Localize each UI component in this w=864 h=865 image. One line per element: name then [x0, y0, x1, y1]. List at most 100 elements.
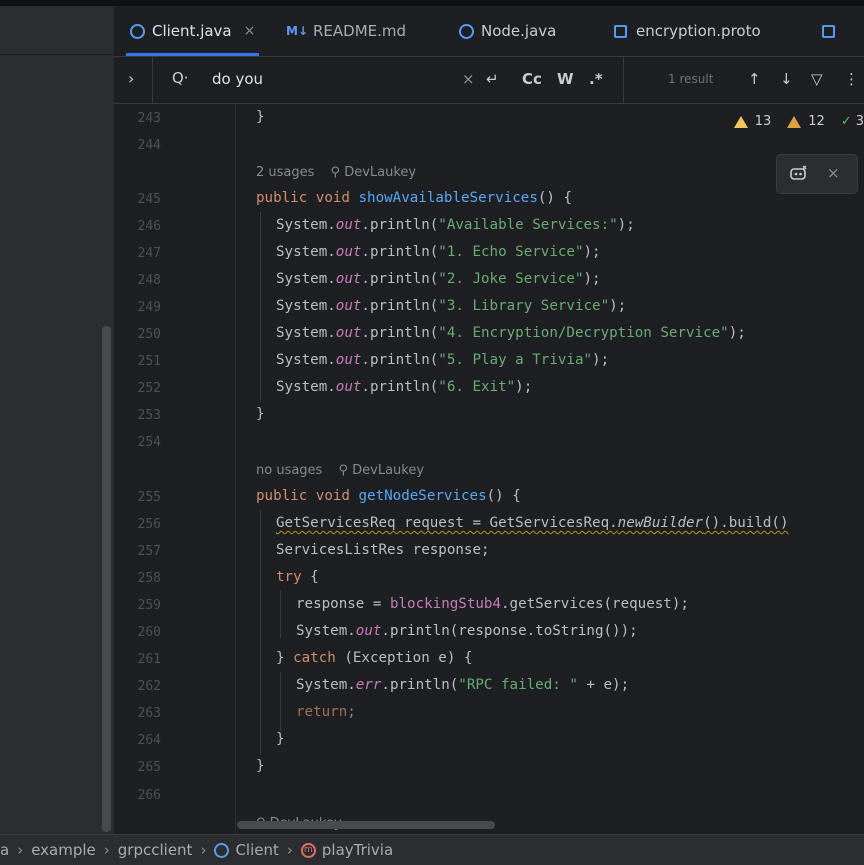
code-token: ); — [617, 217, 635, 233]
code-token: catch — [293, 650, 336, 666]
chevron-right-icon: › — [200, 841, 207, 859]
line-number[interactable]: 261 — [114, 652, 161, 667]
breadcrumb-item[interactable]: Client — [235, 841, 278, 859]
line-number[interactable]: 264 — [114, 733, 161, 748]
line-number[interactable]: 256 — [114, 517, 161, 532]
code-token: return — [296, 704, 348, 720]
line-number[interactable]: 249 — [114, 300, 161, 315]
ai-assistant-icon[interactable] — [789, 164, 809, 182]
line-number[interactable]: 248 — [114, 273, 161, 288]
inspection-widget[interactable]: 13 12 ✓ 3 — [733, 114, 864, 129]
codevision-hint[interactable]: no usages ⚲ DevLaukey — [256, 463, 424, 478]
ai-assistant-popup[interactable]: × — [776, 154, 858, 194]
class-icon — [459, 23, 474, 39]
horizontal-scrollbar[interactable] — [237, 821, 495, 829]
code-token: out — [335, 298, 362, 314]
sidebar-scrollbar[interactable] — [102, 326, 111, 832]
line-number[interactable]: 250 — [114, 327, 161, 342]
code-token: { — [301, 569, 319, 585]
code-token: out — [335, 325, 362, 341]
arrow-up-icon[interactable]: ↑ — [748, 70, 761, 88]
line-number[interactable]: 246 — [114, 219, 161, 234]
code-token: .println( — [361, 298, 439, 314]
code-token: () { — [537, 190, 573, 206]
line-number[interactable]: 265 — [114, 760, 161, 775]
code-token: ); — [583, 244, 601, 260]
code-token: System. — [276, 244, 336, 260]
line-number[interactable]: 243 — [114, 111, 161, 126]
line-number[interactable]: 262 — [114, 679, 161, 694]
project-sidebar — [0, 6, 114, 834]
string-literal: "3. Library Service" — [438, 298, 610, 314]
line-number[interactable]: 245 — [114, 192, 161, 207]
code-token: .println( — [361, 271, 439, 287]
new-line-icon[interactable]: ↵ — [486, 70, 499, 88]
tab-encryption-proto[interactable]: encryption.proto — [614, 6, 761, 56]
line-number[interactable]: 260 — [114, 625, 161, 640]
breadcrumb-item[interactable]: grpcclient — [118, 841, 193, 859]
chevron-right-icon: › — [103, 841, 110, 859]
code-token: out — [335, 352, 362, 368]
code-token: .getServices(request); — [501, 596, 689, 612]
line-number[interactable]: 266 — [114, 788, 161, 803]
breadcrumb-item[interactable]: playTrivia — [322, 841, 393, 859]
line-number[interactable]: 254 — [114, 435, 161, 450]
close-icon[interactable]: × — [244, 23, 256, 39]
code-token: } — [276, 650, 294, 666]
code-line-260: System.out.println(response.toString()); — [296, 623, 638, 639]
code-token: ); — [728, 325, 746, 341]
chevron-right-icon[interactable]: › — [128, 69, 134, 88]
usages-hint[interactable]: 2 usages — [256, 165, 314, 180]
line-number[interactable]: 251 — [114, 354, 161, 369]
code-line-264: } — [276, 731, 285, 747]
search-icon[interactable]: Q· — [172, 69, 189, 87]
author-hint[interactable]: DevLaukey — [352, 463, 424, 478]
arrow-down-icon[interactable]: ↓ — [780, 70, 793, 88]
tab-client-java[interactable]: Client.java × — [126, 6, 260, 56]
line-number[interactable]: 247 — [114, 246, 161, 261]
more-options-icon[interactable]: ⋮ — [844, 70, 859, 88]
tab-node-java[interactable]: Node.java — [459, 6, 556, 56]
breadcrumb-item[interactable]: a — [0, 841, 9, 859]
class-icon — [130, 23, 145, 39]
regex-button[interactable]: .* — [589, 70, 603, 88]
code-token: .println( — [361, 217, 439, 233]
codevision-hint[interactable]: 2 usages ⚲ DevLaukey — [256, 165, 416, 180]
code-line-250: System.out.println("4. Encryption/Decryp… — [276, 325, 746, 341]
line-number[interactable]: 244 — [114, 138, 161, 153]
chevron-right-icon: › — [286, 841, 293, 859]
breadcrumb-item[interactable]: example — [31, 841, 96, 859]
whole-words-button[interactable]: W — [557, 70, 574, 88]
line-number[interactable]: 259 — [114, 598, 161, 613]
tab-overflow[interactable] — [822, 6, 844, 56]
close-icon[interactable]: × — [827, 164, 840, 182]
code-editor[interactable]: 13 12 ✓ 3 × 243 244 245 246 247 248 249 … — [114, 104, 864, 834]
line-number[interactable]: 252 — [114, 381, 161, 396]
code-line-249: System.out.println("3. Library Service")… — [276, 298, 626, 314]
author-hint[interactable]: DevLaukey — [344, 165, 416, 180]
match-case-button[interactable]: Cc — [522, 70, 542, 88]
line-number[interactable]: 257 — [114, 544, 161, 559]
code-token: .println(response.toString()); — [381, 623, 638, 639]
line-number[interactable]: 253 — [114, 408, 161, 423]
string-literal: "Available Services:" — [438, 217, 618, 233]
line-number[interactable]: 258 — [114, 571, 161, 586]
line-number[interactable]: 263 — [114, 706, 161, 721]
ok-count: 3 — [855, 114, 864, 129]
code-token: ServicesListRes response; — [276, 542, 490, 558]
usages-hint[interactable]: no usages — [256, 463, 322, 478]
find-divider — [152, 57, 153, 103]
clear-search-icon[interactable]: × — [462, 70, 475, 88]
sidebar-divider — [0, 54, 114, 55]
code-token: ; — [347, 704, 356, 720]
code-token: GetServicesReq request = GetServicesReq. — [276, 515, 618, 531]
search-input[interactable]: do you — [212, 70, 263, 88]
markdown-icon: M↓ — [286, 24, 308, 38]
code-line-246: System.out.println("Available Services:"… — [276, 217, 635, 233]
filter-icon[interactable]: ▽ — [811, 70, 823, 88]
code-line-253: } — [256, 406, 265, 422]
indent-guide — [280, 591, 281, 638]
line-number[interactable]: 255 — [114, 490, 161, 505]
tab-readme-md[interactable]: M↓ README.md — [286, 6, 406, 56]
code-line-245: public void showAvailableServices() { — [256, 190, 572, 206]
